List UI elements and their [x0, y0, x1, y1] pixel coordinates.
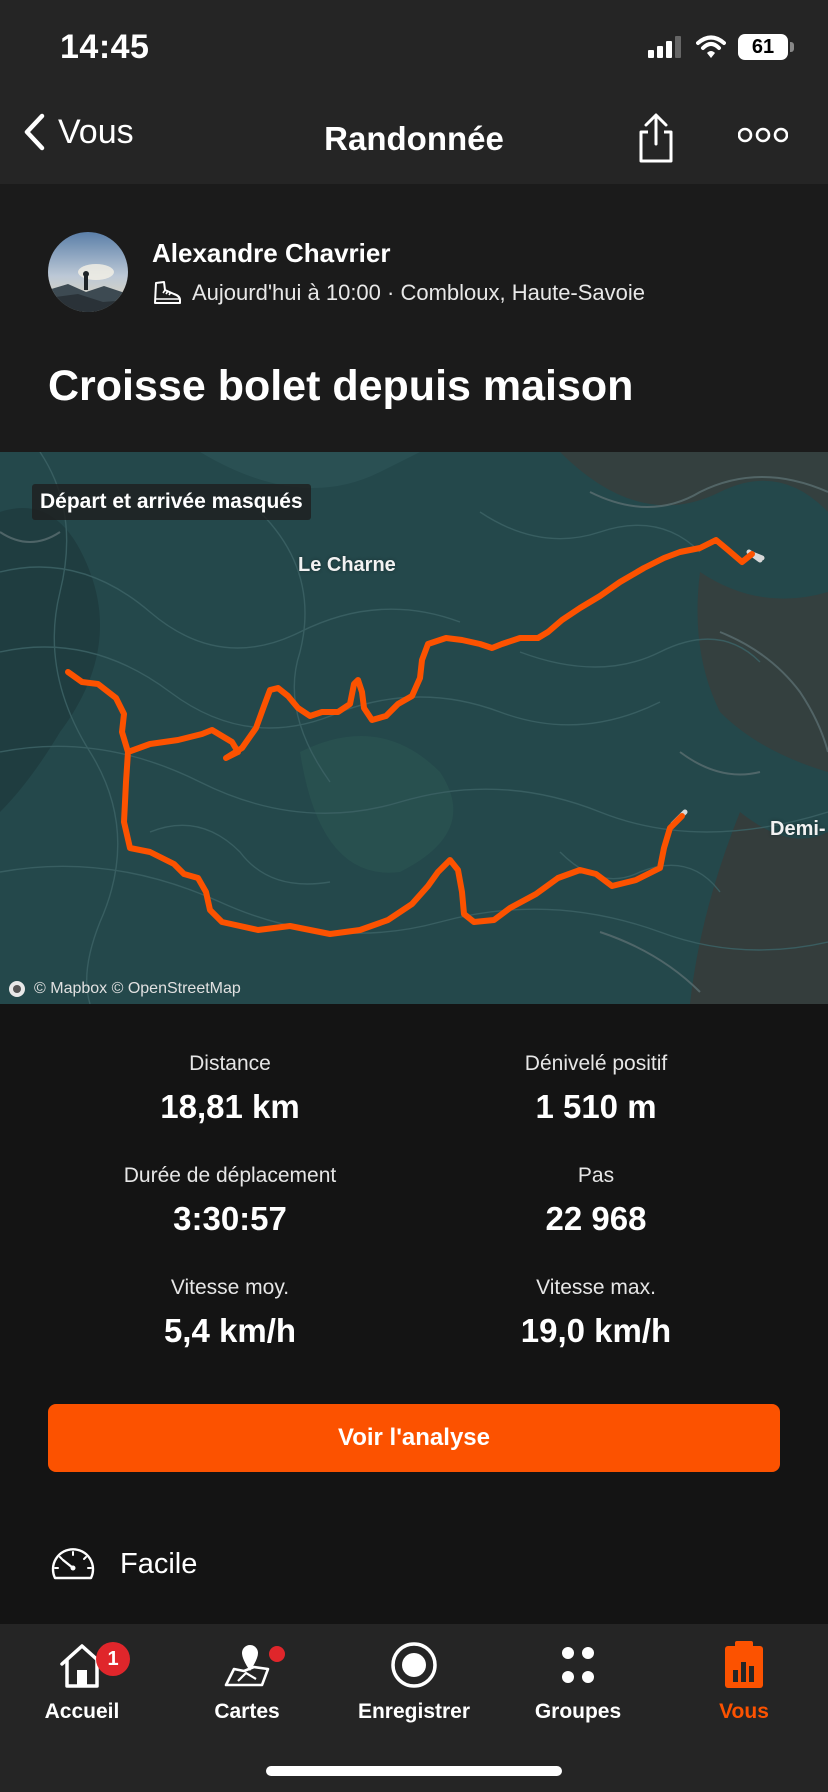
home-indicator[interactable] — [266, 1766, 562, 1776]
activity-date-location: Aujourd'hui à 10:00 · Combloux, Haute-Sa… — [192, 280, 646, 305]
stat-moving-time: Durée de déplacement 3:30:57 — [80, 1164, 380, 1238]
place-label-le-charne: Le Charne — [298, 554, 396, 576]
cellular-signal-icon — [648, 36, 681, 58]
share-button[interactable] — [636, 112, 676, 169]
status-bar: 14:45 61 — [0, 0, 828, 96]
mapbox-logo-icon — [9, 981, 25, 997]
share-icon — [639, 113, 673, 163]
tab-label: Cartes — [214, 1700, 280, 1723]
stat-label: Vitesse moy. — [170, 1276, 290, 1299]
maps-icon — [224, 1645, 270, 1687]
notification-badge: 1 — [96, 1642, 130, 1676]
avatar[interactable] — [48, 232, 128, 312]
difficulty-label: Facile — [120, 1547, 198, 1580]
stat-label: Distance — [189, 1052, 271, 1075]
navigation-bar: Vous Randonnée — [0, 96, 828, 184]
tab-you[interactable]: Vous — [664, 1636, 824, 1736]
new-content-dot — [269, 1646, 285, 1662]
map-terrain — [0, 452, 828, 1004]
route-map[interactable]: Départ et arrivée masqués Le Charne Demi… — [0, 452, 828, 1004]
you-icon — [725, 1641, 763, 1688]
stat-label: Durée de déplacement — [123, 1164, 337, 1187]
stat-label: Vitesse max. — [536, 1276, 656, 1299]
battery-icon: 61 — [738, 34, 794, 60]
stat-value: 22 968 — [545, 1200, 647, 1237]
tab-record[interactable]: Enregistrer — [334, 1636, 494, 1736]
stat-distance: Distance 18,81 km — [80, 1052, 380, 1126]
page-title: Randonnée — [324, 120, 504, 157]
stat-label: Pas — [577, 1164, 615, 1187]
tab-label: Groupes — [534, 1700, 622, 1723]
stats-section: Distance 18,81 km Dénivelé positif 1 510… — [0, 1004, 828, 1624]
tab-bar: 1 Accueil Cartes Enregistrer Groupes Vou… — [0, 1624, 828, 1792]
map-attribution[interactable]: © Mapbox © OpenStreetMap — [8, 980, 241, 998]
groups-icon — [562, 1647, 594, 1683]
place-label-demi: Demi- — [770, 818, 826, 840]
attribution-text: © Mapbox © OpenStreetMap — [34, 980, 241, 997]
tab-home[interactable]: 1 Accueil — [2, 1636, 162, 1736]
athlete-name[interactable]: Alexandre Chavrier — [152, 238, 390, 269]
difficulty-row[interactable]: Facile — [48, 1544, 197, 1584]
stat-max-speed: Vitesse max. 19,0 km/h — [446, 1276, 746, 1350]
tab-label: Accueil — [44, 1700, 120, 1723]
stat-value: 1 510 m — [535, 1088, 657, 1125]
tab-groups[interactable]: Groupes — [498, 1636, 658, 1736]
record-icon — [391, 1642, 437, 1688]
more-options-button[interactable] — [737, 126, 789, 149]
stat-value: 19,0 km/h — [520, 1312, 672, 1349]
avatar-photo — [48, 232, 128, 312]
stat-avg-speed: Vitesse moy. 5,4 km/h — [80, 1276, 380, 1350]
stat-value: 5,4 km/h — [163, 1312, 297, 1349]
wifi-icon — [696, 35, 726, 58]
stat-value: 3:30:57 — [173, 1200, 287, 1237]
activity-meta: Aujourd'hui à 10:00 · Combloux, Haute-Sa… — [152, 280, 645, 306]
activity-title: Croisse bolet depuis maison — [48, 362, 634, 410]
hiking-boot-icon — [154, 281, 181, 304]
stat-steps: Pas 22 968 — [446, 1164, 746, 1238]
activity-header: Alexandre Chavrier Aujourd'hui à 10:00 ·… — [0, 184, 828, 452]
stat-elevation-gain: Dénivelé positif 1 510 m — [446, 1052, 746, 1126]
tab-maps[interactable]: Cartes — [167, 1636, 327, 1736]
privacy-badge: Départ et arrivée masqués — [32, 484, 311, 520]
tab-label: Enregistrer — [357, 1700, 471, 1723]
speedometer-icon — [51, 1548, 95, 1580]
view-analysis-button[interactable]: Voir l'analyse — [48, 1404, 780, 1472]
status-icons: 61 — [648, 34, 794, 60]
more-horizontal-icon — [737, 127, 789, 143]
stat-value: 18,81 km — [160, 1088, 300, 1125]
tab-label: Vous — [719, 1700, 769, 1723]
status-time: 14:45 — [60, 28, 150, 66]
stat-label: Dénivelé positif — [524, 1052, 668, 1075]
